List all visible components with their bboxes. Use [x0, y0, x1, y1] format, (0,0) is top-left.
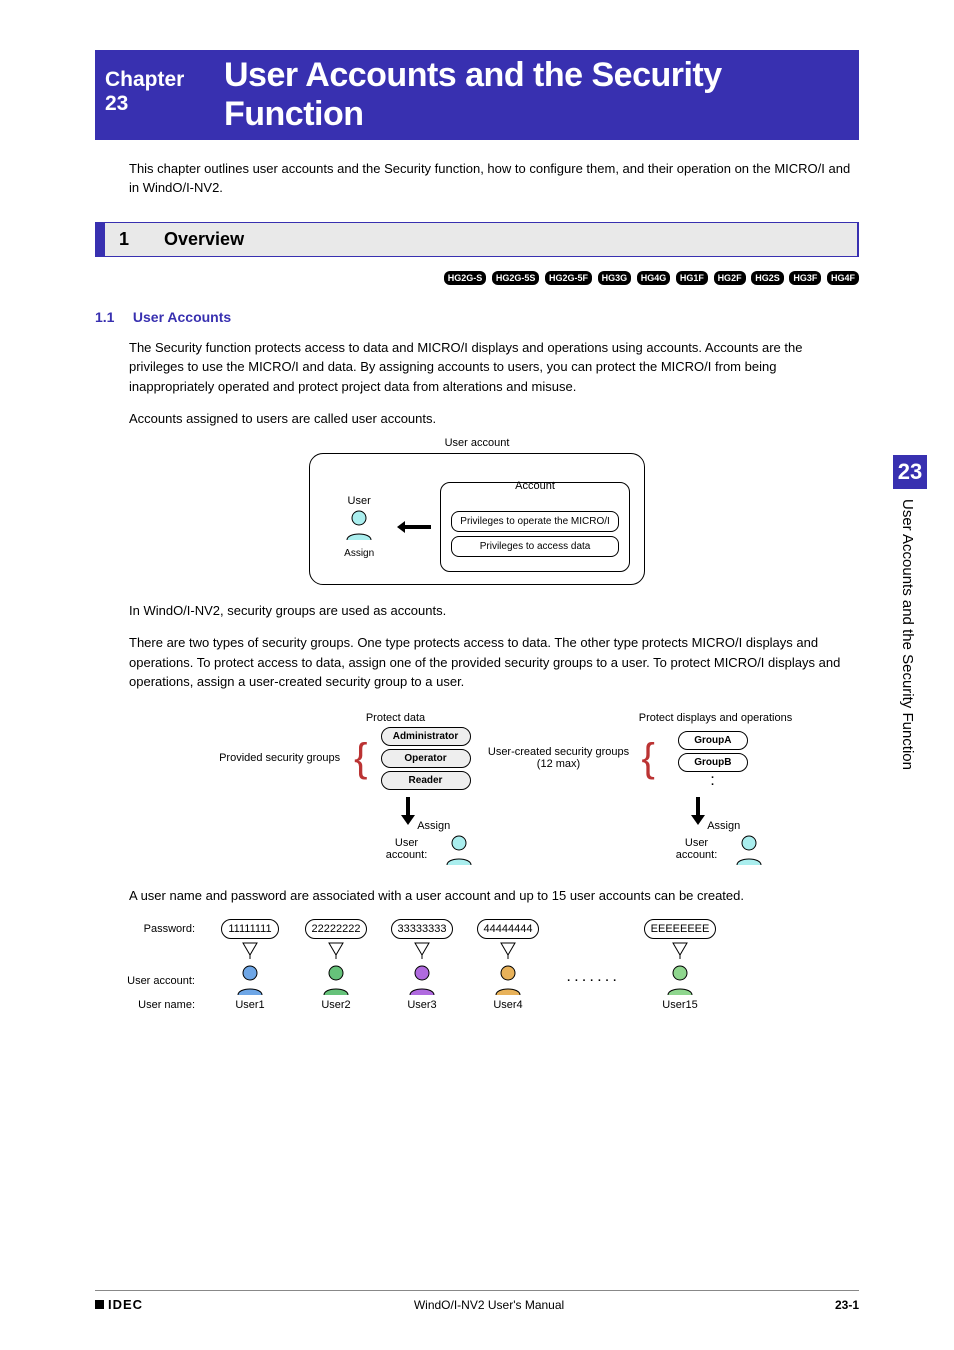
- badge: HG4G: [637, 271, 671, 285]
- column-head: Protect displays and operations: [636, 712, 796, 724]
- badge: HG3F: [789, 271, 821, 285]
- password-box: 33333333: [391, 919, 454, 939]
- side-tab-number: 23: [893, 455, 927, 489]
- subsection-number: 1.1: [95, 309, 129, 325]
- paragraph: Accounts assigned to users are called us…: [129, 409, 859, 429]
- password-box: 22222222: [305, 919, 368, 939]
- page-footer: IDEC WindO/I-NV2 User's Manual 23-1: [95, 1290, 859, 1312]
- user-icon: [663, 962, 697, 996]
- side-tab-title: User Accounts and the Security Function: [893, 489, 922, 869]
- connector-icon: [329, 943, 343, 959]
- password-box: 11111111: [221, 919, 278, 939]
- paragraph: The Security function protects access to…: [129, 338, 859, 397]
- badge: HG2S: [751, 271, 784, 285]
- chapter-intro: This chapter outlines user accounts and …: [129, 160, 859, 198]
- user-icon: [319, 962, 353, 996]
- row-label: User name:: [95, 999, 207, 1011]
- paragraph: There are two types of security groups. …: [129, 633, 859, 692]
- chapter-label: Chapter 23: [105, 68, 210, 116]
- role-box: Operator: [381, 749, 471, 768]
- subsection-title: User Accounts: [133, 309, 231, 325]
- badge: HG4F: [827, 271, 859, 285]
- page-number: 23-1: [835, 1298, 859, 1312]
- model-badges: HG2G-S HG2G-5S HG2G-5F HG3G HG4G HG1F HG…: [95, 269, 859, 285]
- row-label: Password:: [95, 923, 207, 935]
- privilege-row: Privileges to access data: [451, 536, 619, 557]
- section-number: 1: [119, 229, 159, 250]
- badge: HG2G-5S: [492, 271, 540, 285]
- username: User2: [293, 999, 379, 1011]
- assign-label: Assign: [707, 820, 740, 832]
- connector-icon: [243, 943, 257, 959]
- privilege-row: Privileges to operate the MICRO/I: [451, 511, 619, 532]
- caption: User-created security groups (12 max): [484, 746, 634, 770]
- chapter-title: User Accounts and the Security Function: [224, 56, 849, 134]
- badge: HG2G-5F: [545, 271, 592, 285]
- chapter-header: Chapter 23 User Accounts and the Securit…: [95, 50, 859, 140]
- user-account-label: User account:: [376, 837, 438, 861]
- user-icon: [442, 832, 476, 866]
- arrow-down-icon: [691, 797, 705, 825]
- user-icon: [233, 962, 267, 996]
- username: User4: [465, 999, 551, 1011]
- role-box: Reader: [381, 771, 471, 790]
- paragraph: In WindO/I-NV2, security groups are used…: [129, 601, 859, 621]
- user-label: User: [324, 495, 394, 507]
- user-account-label: User account:: [666, 837, 728, 861]
- assign-label: Assign: [324, 548, 394, 559]
- logo-text: IDEC: [108, 1297, 143, 1312]
- username: User15: [637, 999, 723, 1011]
- diagram-user-account: User account User Assign Account Privile…: [95, 437, 859, 585]
- paragraph: A user name and password are associated …: [129, 886, 859, 906]
- password-box: 44444444: [477, 919, 540, 939]
- user-icon: [342, 507, 376, 541]
- group-box: GroupA: [678, 731, 748, 750]
- user-icon: [491, 962, 525, 996]
- connector-icon: [501, 943, 515, 959]
- arrow-down-icon: [401, 797, 415, 825]
- username: User1: [207, 999, 293, 1011]
- user-icon: [732, 832, 766, 866]
- username: User3: [379, 999, 465, 1011]
- logo-mark-icon: [95, 1300, 104, 1309]
- brace-icon: {: [642, 738, 655, 778]
- arrow-left-icon: [397, 521, 431, 533]
- diagram-user-list: Password: 11111111 22222222 33333333 444…: [95, 919, 859, 1011]
- role-box: Administrator: [381, 727, 471, 746]
- brand-logo: IDEC: [95, 1297, 143, 1312]
- badge: HG2F: [714, 271, 746, 285]
- connector-icon: [415, 943, 429, 959]
- diagram-title: User account: [95, 437, 859, 449]
- side-tab: 23 User Accounts and the Security Functi…: [893, 455, 927, 880]
- badge: HG2G-S: [444, 271, 487, 285]
- group-box: GroupB: [678, 753, 748, 772]
- account-label: Account: [441, 480, 629, 492]
- connector-icon: [673, 943, 687, 959]
- badge: HG3G: [598, 271, 632, 285]
- column-head: Protect data: [346, 712, 446, 724]
- subsection-heading: 1.1 User Accounts: [95, 309, 859, 325]
- brace-icon: {: [354, 738, 367, 778]
- section-heading: 1 Overview: [95, 222, 859, 257]
- user-icon: [405, 962, 439, 996]
- badge: HG1F: [676, 271, 708, 285]
- password-box: EEEEEEEE: [644, 919, 717, 939]
- section-title: Overview: [164, 229, 244, 249]
- footer-title: WindO/I-NV2 User's Manual: [414, 1298, 564, 1312]
- ellipsis: ·······: [551, 975, 637, 987]
- assign-label: Assign: [417, 820, 450, 832]
- diagram-security-groups: Protect data Protect displays and operat…: [95, 712, 859, 866]
- caption: Provided security groups: [191, 752, 346, 764]
- row-label: User account:: [95, 975, 207, 987]
